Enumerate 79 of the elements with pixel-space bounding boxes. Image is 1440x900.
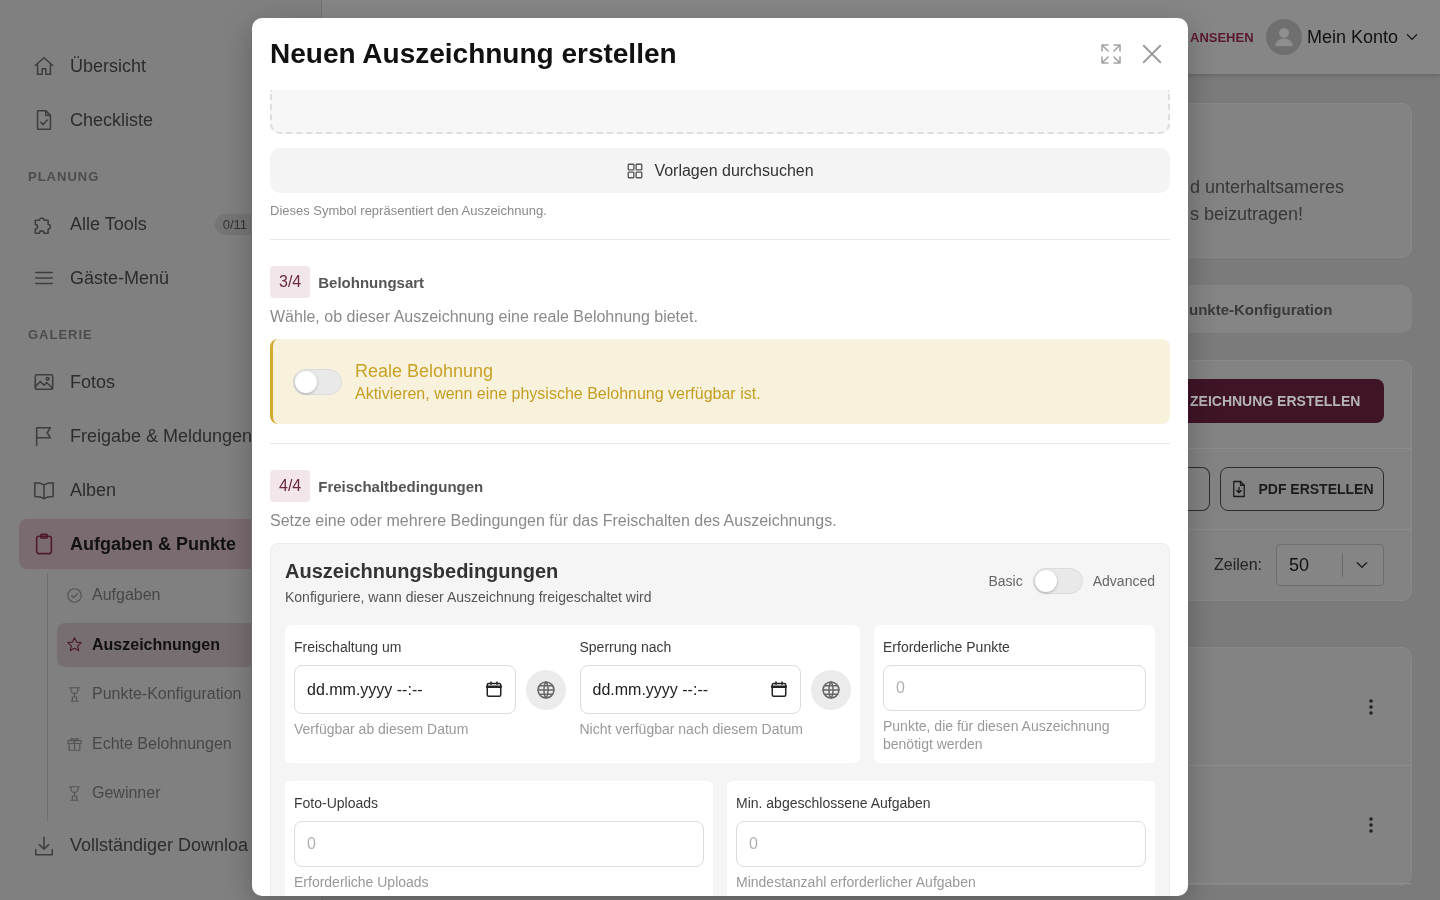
sidebar-subitem[interactable]: Aufgaben [57, 573, 251, 617]
sidebar-item[interactable]: Checkliste [19, 95, 251, 145]
create-button[interactable]: ZEICHNUNG ERSTELLEN [1188, 379, 1384, 423]
step-badge: 3/4 [270, 266, 311, 298]
field-label: Freischaltung um [294, 639, 402, 656]
toggle-switch[interactable] [1032, 568, 1083, 594]
book-icon [33, 479, 55, 501]
number-field[interactable]: 0 [294, 821, 704, 867]
field-hint: Nicht verfügbar nach diesem Datum [579, 720, 803, 738]
datetime-field[interactable]: dd.mm.yyyy --:-- [294, 665, 516, 714]
tab[interactable]: unkte-Konfiguration [1189, 300, 1333, 318]
star-icon [66, 636, 83, 653]
expand-icon [1099, 42, 1123, 66]
sidebar-item[interactable]: Übersicht [19, 41, 251, 91]
toggle-switch[interactable] [293, 368, 342, 395]
count-badge: 0/11 [214, 213, 251, 235]
pdf-button[interactable]: PDF ERSTELLEN [1220, 467, 1384, 511]
field-label: Erforderliche Punkte [883, 639, 1010, 656]
close-button[interactable] [1141, 43, 1163, 65]
step-description: Setze eine oder mehrere Bedingungen für das Freischalten des Auszeichnungs. [270, 511, 838, 531]
field-hint: Verfügbar ab diesem Datum [294, 720, 469, 738]
info-text: s beizutragen! [1190, 203, 1304, 226]
reward-title: Reale Belohnung [355, 359, 495, 383]
step-title: Freischaltbedingungen [318, 477, 484, 495]
panel-title: Auszeichnungsbedingungen [285, 559, 560, 584]
number-field[interactable]: 0 [736, 821, 1146, 867]
trophy-icon [66, 784, 83, 802]
field-label: Foto-Uploads [294, 795, 379, 812]
view-link[interactable]: ANSEHEN [1190, 29, 1254, 45]
grid-icon [626, 161, 645, 180]
calendar-icon [484, 680, 503, 698]
icon-hint: Dieses Symbol repräsentiert den Auszeichnung. [270, 204, 548, 218]
rows-label: Zeilen: [1213, 556, 1262, 574]
field-label: Sperrung nach [579, 639, 672, 656]
gift-icon [66, 735, 83, 752]
datetime-field[interactable]: dd.mm.yyyy --:-- [579, 665, 801, 714]
reward-description: Aktivieren, wenn eine physische Belohnung verfügbar ist. [355, 383, 761, 404]
step-description: Wähle, ob dieser Auszeichnung eine reale Belohnung bietet. [270, 307, 699, 327]
house-icon [33, 55, 55, 77]
mode-label: Basic [988, 573, 1023, 589]
template-button[interactable]: Vorlagen durchsuchen [270, 148, 1170, 193]
avatar-icon [1265, 19, 1302, 55]
sidebar-item[interactable]: Alle Tools 0/11 [19, 199, 251, 249]
account-menu[interactable]: Mein Konto [1265, 19, 1419, 55]
timezone-button[interactable] [811, 669, 851, 710]
rows-select[interactable]: 50 [1276, 544, 1384, 586]
trophy-icon [66, 685, 83, 703]
mode-label: Advanced [1092, 573, 1155, 589]
sidebar-subitem[interactable]: Auszeichnungen [57, 622, 251, 667]
sidebar-subitem[interactable]: Gewinner [57, 771, 251, 815]
sidebar-subitem[interactable]: Echte Belohnungen [57, 721, 251, 766]
check-circle-icon [66, 586, 83, 604]
globe-icon [535, 679, 556, 700]
download-icon [33, 834, 55, 857]
info-text: d unterhaltsameres [1190, 176, 1345, 199]
calendar-icon [770, 680, 788, 698]
sidebar-item[interactable]: Gäste-Menü [19, 253, 251, 303]
field-hint: Mindestanzahl erforderlicher Aufgaben [736, 873, 976, 891]
globe-icon [821, 679, 841, 700]
dialog-title: Neuen Auszeichnung erstellen [270, 38, 677, 70]
more-icon[interactable] [1369, 816, 1373, 833]
sidebar-subitem[interactable]: Punkte-Konfiguration [57, 672, 251, 716]
more-icon[interactable] [1369, 698, 1373, 715]
close-icon [1141, 43, 1163, 65]
image-icon [33, 371, 55, 393]
panel-subtitle: Konfiguriere, wann dieser Auszeichnung freigeschaltet wird [285, 589, 652, 606]
sidebar-item[interactable]: Aufgaben & Punkte [19, 519, 251, 569]
sidebar-item[interactable]: Vollständiger Downloa [19, 820, 251, 871]
expand-button[interactable] [1099, 42, 1123, 66]
step-title: Belohnungsart [318, 273, 425, 291]
field-hint: Punkte, die für diesen Auszeichnung benötigt werden [883, 717, 1111, 753]
field-label: Min. abgeschlossene Aufgaben [736, 795, 931, 812]
number-field[interactable]: 0 [883, 665, 1146, 711]
step-badge: 4/4 [270, 470, 311, 502]
clipboard-icon [33, 533, 55, 555]
sidebar-item[interactable]: Freigabe & Meldungen [19, 411, 251, 461]
field-hint: Erforderliche Uploads [294, 873, 429, 891]
sidebar-item[interactable]: Fotos [19, 357, 251, 407]
sidebar-item[interactable]: Alben [19, 465, 251, 515]
